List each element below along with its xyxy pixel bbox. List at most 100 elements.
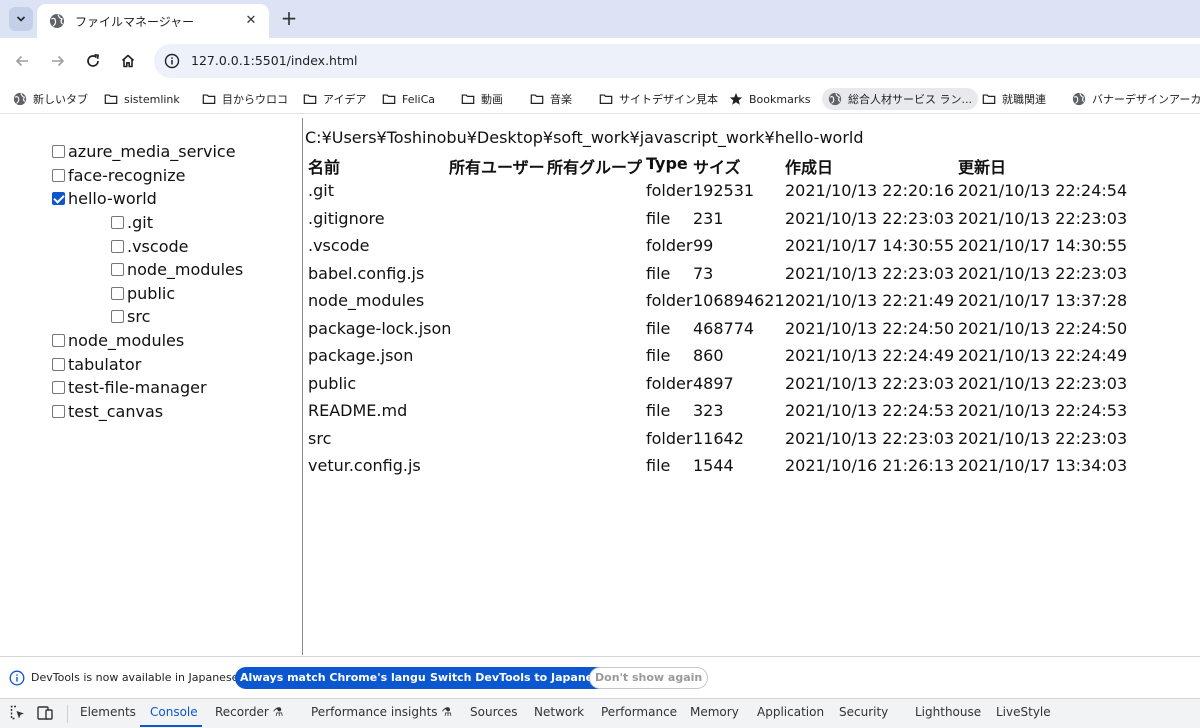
cell-updated: 2021/10/13 22:23:03	[958, 429, 1128, 448]
bookmark-folder-video[interactable]: 動画	[461, 88, 503, 110]
tree-checkbox[interactable]	[52, 192, 65, 205]
folder-icon	[104, 94, 118, 104]
cell-created: 2021/10/13 22:24:49	[785, 346, 955, 365]
tab-security[interactable]: Security	[839, 705, 888, 719]
tree-checkbox[interactable]	[52, 381, 65, 394]
column-header-created[interactable]: 作成日	[785, 154, 833, 178]
tree-item-label: src	[127, 307, 151, 326]
device-toolbar-icon[interactable]	[36, 704, 54, 722]
cell-created: 2021/10/17 14:30:55	[785, 236, 955, 255]
tree-item-test-file-manager[interactable]: test-file-manager	[52, 378, 207, 397]
cell-type: folder	[646, 181, 693, 200]
tree-item-label: .git	[127, 213, 153, 232]
back-button[interactable]	[10, 49, 34, 73]
tree-item-node-modules[interactable]: node_modules	[52, 331, 184, 350]
reload-icon	[87, 53, 99, 67]
cell-updated: 2021/10/13 22:24:53	[958, 401, 1128, 420]
tree-item-face-recognize[interactable]: face-recognize	[52, 166, 186, 185]
bookmark-label: 総合人材サービス ラン...	[848, 93, 972, 106]
new-tab-button[interactable]: +	[278, 8, 300, 30]
tree-checkbox[interactable]	[52, 145, 65, 158]
cell-name: babel.config.js	[308, 264, 425, 283]
bookmark-jinzai[interactable]: 総合人材サービス ラン...	[822, 88, 978, 110]
home-button[interactable]	[116, 49, 140, 73]
column-header-type[interactable]: Type	[646, 154, 688, 173]
cell-name: .git	[308, 181, 334, 200]
forward-button[interactable]	[46, 49, 70, 73]
globe-icon	[50, 14, 64, 28]
bookmark-folder-design[interactable]: サイトデザイン見本	[599, 88, 718, 110]
tree-item-tabulator[interactable]: tabulator	[52, 355, 141, 374]
experiment-flask-icon: ⚗	[441, 705, 453, 719]
tab-search-button[interactable]	[9, 7, 33, 31]
bookmark-folder-felica[interactable]: FeliCa	[382, 88, 435, 110]
folder-icon	[461, 94, 475, 104]
bookmark-label: 新しいタブ	[33, 93, 88, 106]
tree-item-vscode[interactable]: .vscode	[111, 237, 188, 256]
bookmark-folder-idea[interactable]: アイデア	[303, 88, 366, 110]
tab-application[interactable]: Application	[757, 705, 824, 719]
column-header-updated[interactable]: 更新日	[958, 154, 1006, 178]
always-match-language-button[interactable]: Always match Chrome's language	[235, 667, 454, 689]
tree-item-public[interactable]: public	[111, 284, 175, 303]
bookmark-folder-job[interactable]: 就職関連	[982, 88, 1046, 110]
tree-checkbox[interactable]	[111, 310, 124, 323]
bookmark-label: 動画	[481, 93, 503, 106]
tree-item-hello-world[interactable]: hello-world	[52, 189, 157, 208]
tree-checkbox[interactable]	[52, 169, 65, 182]
tree-item-git[interactable]: .git	[111, 213, 153, 232]
cell-size: 73	[693, 264, 714, 283]
column-header-owner-user[interactable]: 所有ユーザー	[449, 154, 545, 178]
info-icon[interactable]	[164, 53, 180, 69]
tab-sources[interactable]: Sources	[470, 705, 517, 719]
tree-checkbox[interactable]	[52, 334, 65, 347]
bookmark-sistemlink[interactable]: sistemlink	[104, 88, 180, 110]
bookmark-folder-music[interactable]: 音楽	[530, 88, 572, 110]
column-header-owner-group[interactable]: 所有グループ	[547, 154, 642, 178]
column-header-size[interactable]: サイズ	[693, 154, 741, 178]
reload-button[interactable]	[81, 49, 105, 73]
cell-name: .gitignore	[308, 209, 385, 228]
tree-item-node-modules-child[interactable]: node_modules	[111, 260, 243, 279]
switch-devtools-japanese-button[interactable]: Switch DevTools to Japanese	[425, 667, 613, 689]
cell-type: file	[646, 319, 671, 338]
inspect-element-icon[interactable]	[9, 704, 27, 722]
bookmark-new-tab[interactable]: 新しいタブ	[13, 88, 88, 110]
bookmark-label: FeliCa	[402, 92, 436, 106]
browser-tab[interactable]: ファイルマネージャー ✕	[37, 4, 269, 38]
cell-type: file	[646, 264, 671, 283]
arrow-right-icon	[52, 55, 65, 67]
cell-type: file	[646, 456, 671, 475]
column-header-name[interactable]: 名前	[308, 154, 340, 178]
page-content: azure_media_service face-recognize hello…	[0, 118, 1200, 655]
tree-item-azure-media-service[interactable]: azure_media_service	[52, 142, 236, 161]
bookmark-banner-archive[interactable]: バナーデザインアーカイブ...	[1072, 88, 1200, 110]
tree-checkbox[interactable]	[111, 263, 124, 276]
pane-divider[interactable]	[302, 118, 303, 655]
bookmark-bookmarks[interactable]: Bookmarks	[729, 88, 810, 110]
tab-console[interactable]: Console	[150, 705, 198, 719]
tab-performance-insights[interactable]: Performance insights ⚗	[311, 705, 452, 719]
tree-checkbox[interactable]	[52, 358, 65, 371]
tree-checkbox[interactable]	[111, 287, 124, 300]
tab-network[interactable]: Network	[534, 705, 584, 719]
tree-item-test-canvas[interactable]: test_canvas	[52, 402, 163, 421]
bookmark-label: 目からウロコ	[222, 93, 288, 106]
tab-elements[interactable]: Elements	[80, 705, 136, 719]
tab-performance[interactable]: Performance	[601, 705, 677, 719]
dont-show-again-button[interactable]: Don't show again	[589, 667, 709, 689]
tab-lighthouse[interactable]: Lighthouse	[915, 705, 981, 719]
close-icon[interactable]: ✕	[243, 13, 259, 29]
tab-livestyle[interactable]: LiveStyle	[996, 705, 1051, 719]
tab-recorder[interactable]: Recorder ⚗	[215, 705, 283, 719]
tree-item-src[interactable]: src	[111, 307, 150, 326]
folder-tree: azure_media_service face-recognize hello…	[0, 118, 302, 655]
tree-checkbox[interactable]	[52, 405, 65, 418]
tab-memory[interactable]: Memory	[690, 705, 739, 719]
tree-checkbox[interactable]	[111, 240, 124, 253]
bookmark-folder-mekara[interactable]: 目からウロコ	[202, 88, 288, 110]
url-text: 127.0.0.1:5501/index.html	[191, 53, 358, 68]
tree-checkbox[interactable]	[111, 216, 124, 229]
address-bar[interactable]: 127.0.0.1:5501/index.html	[154, 44, 1200, 78]
folder-icon	[303, 94, 317, 104]
